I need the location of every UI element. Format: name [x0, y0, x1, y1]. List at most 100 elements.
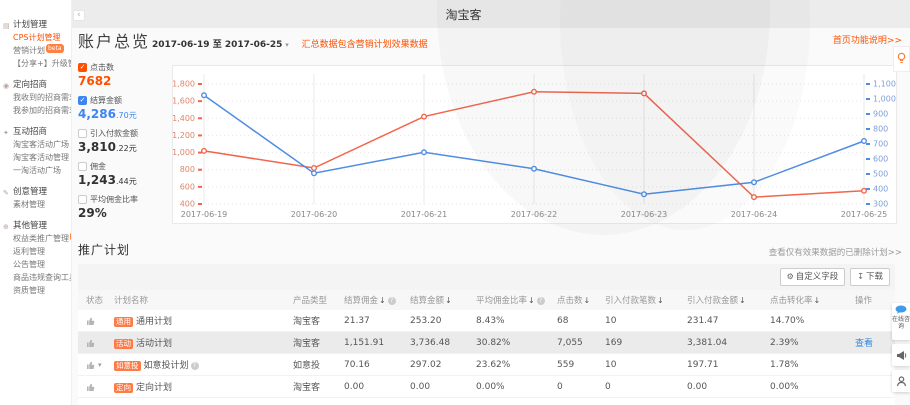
overview-chart: 4006008001,0001,2001,4001,6001,800300400… — [172, 65, 897, 224]
online-chat-widget[interactable]: 在线咨询 — [892, 303, 910, 340]
status-cell[interactable] — [86, 382, 114, 392]
announcement-widget[interactable] — [892, 344, 910, 366]
topbar: 淘宝客 — [72, 0, 910, 28]
svg-text:800: 800 — [180, 165, 195, 174]
plan-name: 如意投计划 — [144, 361, 189, 371]
status-cell[interactable] — [86, 316, 114, 326]
value-cell: 253.20 — [410, 316, 476, 326]
sort-icon[interactable]: ↓ — [445, 296, 452, 305]
sort-icon[interactable]: ↓ — [584, 296, 591, 305]
info-icon[interactable]: ? — [191, 362, 199, 370]
column-header[interactable]: 操作 — [855, 294, 895, 306]
value-cell: 231.47 — [687, 316, 770, 326]
sidebar-item-label: 淘宝客活动广场 — [13, 140, 69, 149]
svg-text:2017-06-25: 2017-06-25 — [841, 210, 888, 219]
status-cell[interactable] — [86, 338, 114, 348]
metric-label-row: ✓点击数 — [78, 62, 148, 73]
sort-icon[interactable]: ↓ — [739, 296, 746, 305]
metric-checkbox[interactable]: ✓ — [78, 63, 87, 72]
customize-fields-button[interactable]: ⚙ 自定义字段 — [780, 268, 846, 286]
column-header[interactable]: 状态 — [86, 294, 114, 306]
column-header[interactable]: 点击转化率↓ — [770, 294, 855, 306]
column-header-label: 引入付款笔数 — [605, 296, 656, 306]
table-row[interactable]: 定向定向计划淘宝客0.000.000.00%000.000.00% — [78, 376, 895, 398]
table-row[interactable]: 通用通用计划淘宝客21.37253.208.43%6810231.4714.70… — [78, 310, 895, 332]
sidebar-item[interactable]: CPS计划管理 — [0, 31, 71, 44]
metric-label: 引入付款金额 — [90, 128, 138, 139]
metric-checkbox[interactable] — [78, 129, 87, 138]
metric-checkbox[interactable]: ✓ — [78, 96, 87, 105]
table-row[interactable]: ▾如意投如意投计划?如意投70.16297.0223.62%55910197.7… — [78, 354, 895, 376]
column-header[interactable]: 引入付款金额↓ — [687, 294, 770, 306]
metric-label: 佣金 — [90, 161, 106, 172]
sidebar: ▤计划管理CPS计划管理营销计划beta【分享+】升级管理◉定向招商我收到的招商… — [0, 0, 72, 405]
summary-note: 汇总数据包含营销计划效果数据 — [302, 40, 428, 50]
metric-value-sub: .22元 — [116, 144, 137, 153]
status-cell[interactable]: ▾ — [86, 360, 114, 370]
deleted-plans-link[interactable]: 查看仅有效果数据的已删除计划>> — [769, 246, 902, 258]
sort-icon[interactable]: ↓ — [528, 296, 535, 305]
date-range-row: 2017-06-19 至 2017-06-25 ▾ 汇总数据包含营销计划效果数据 — [152, 37, 428, 50]
metric-value-main: 7682 — [78, 74, 111, 88]
sidebar-section-header: ⊕其他管理 — [0, 220, 71, 232]
sort-icon[interactable]: ↓ — [814, 296, 821, 305]
badge-beta: beta — [46, 44, 64, 53]
creative-icon: ✎ — [3, 187, 9, 199]
sidebar-item[interactable]: 商品违规查询工具 — [0, 271, 71, 284]
sidebar-item[interactable]: 淘宝客活动管理 — [0, 151, 71, 164]
column-header[interactable]: 计划名称 — [114, 294, 293, 306]
product-type-cell: 如意投 — [293, 358, 344, 371]
metric-value: 3,810.22元 — [78, 140, 148, 154]
table-row[interactable]: 活动活动计划淘宝客1,151.913,736.4830.82%7,0551693… — [78, 332, 895, 354]
metric-value-main: 3,810 — [78, 140, 116, 154]
sidebar-item[interactable]: 淘宝客活动广场 — [0, 138, 71, 151]
column-header[interactable]: 产品类型 — [293, 294, 344, 306]
sidebar-collapse-button[interactable]: ‹ — [73, 10, 85, 21]
value-cell: 3,381.04 — [687, 338, 770, 348]
sidebar-item[interactable]: 资质管理 — [0, 284, 71, 297]
sidebar-item[interactable]: 公告管理 — [0, 258, 71, 271]
svg-text:1,100: 1,100 — [873, 80, 896, 89]
sidebar-item[interactable]: 我收到的招商需求 — [0, 91, 71, 104]
column-header[interactable]: 点击数↓ — [557, 294, 605, 306]
info-icon[interactable]: ? — [388, 297, 396, 305]
tips-button[interactable] — [893, 46, 910, 72]
sidebar-item[interactable]: 权益类推广管理new — [0, 232, 71, 245]
sidebar-section-header: ✎创意管理 — [0, 186, 71, 198]
chat-bubble-icon — [895, 305, 907, 314]
value-cell: 197.71 — [687, 360, 770, 370]
sidebar-section-label: 计划管理 — [13, 20, 47, 30]
sidebar-item[interactable]: 营销计划beta — [0, 44, 71, 57]
value-cell: 2.39% — [770, 338, 855, 348]
column-header-label: 操作 — [855, 296, 872, 306]
table-header-row: 状态计划名称产品类型结算佣金↓?结算金额↓平均佣金比率↓?点击数↓引入付款笔数↓… — [78, 290, 895, 310]
sidebar-item[interactable]: 【分享+】升级管理 — [0, 57, 71, 70]
date-range-picker[interactable]: 2017-06-19 至 2017-06-25 — [152, 40, 282, 50]
megaphone-icon — [896, 350, 907, 361]
column-header[interactable]: 引入付款笔数↓ — [605, 294, 687, 306]
column-header[interactable]: 结算佣金↓? — [344, 294, 410, 306]
info-icon[interactable]: ? — [537, 297, 545, 305]
sort-icon[interactable]: ↓ — [379, 296, 386, 305]
view-link[interactable]: 查看 — [855, 339, 873, 349]
value-cell: 559 — [557, 360, 605, 370]
column-header[interactable]: 结算金额↓ — [410, 294, 476, 306]
homepage-help-link[interactable]: 首页功能说明>> — [833, 33, 902, 46]
action-cell: 查看 — [855, 336, 895, 349]
sidebar-item[interactable]: 返利管理 — [0, 245, 71, 258]
sidebar-section-header: ◉定向招商 — [0, 79, 71, 91]
chevron-down-icon[interactable]: ▾ — [98, 361, 102, 369]
metric-checkbox[interactable] — [78, 195, 87, 204]
sort-icon[interactable]: ↓ — [657, 296, 664, 305]
sidebar-item[interactable]: 我参加的招商需求 — [0, 104, 71, 117]
metric-checkbox[interactable] — [78, 162, 87, 171]
page-title: 账户总览 — [78, 28, 150, 52]
sidebar-item[interactable]: 一淘活动广场 — [0, 164, 71, 177]
product-type-cell: 淘宝客 — [293, 336, 344, 349]
other-icon: ⊕ — [3, 221, 9, 233]
download-button[interactable]: ↧ 下载 — [850, 268, 890, 286]
sidebar-item[interactable]: 素材管理 — [0, 198, 71, 211]
product-type-cell: 淘宝客 — [293, 314, 344, 327]
column-header[interactable]: 平均佣金比率↓? — [476, 294, 557, 306]
account-widget[interactable] — [892, 370, 910, 392]
